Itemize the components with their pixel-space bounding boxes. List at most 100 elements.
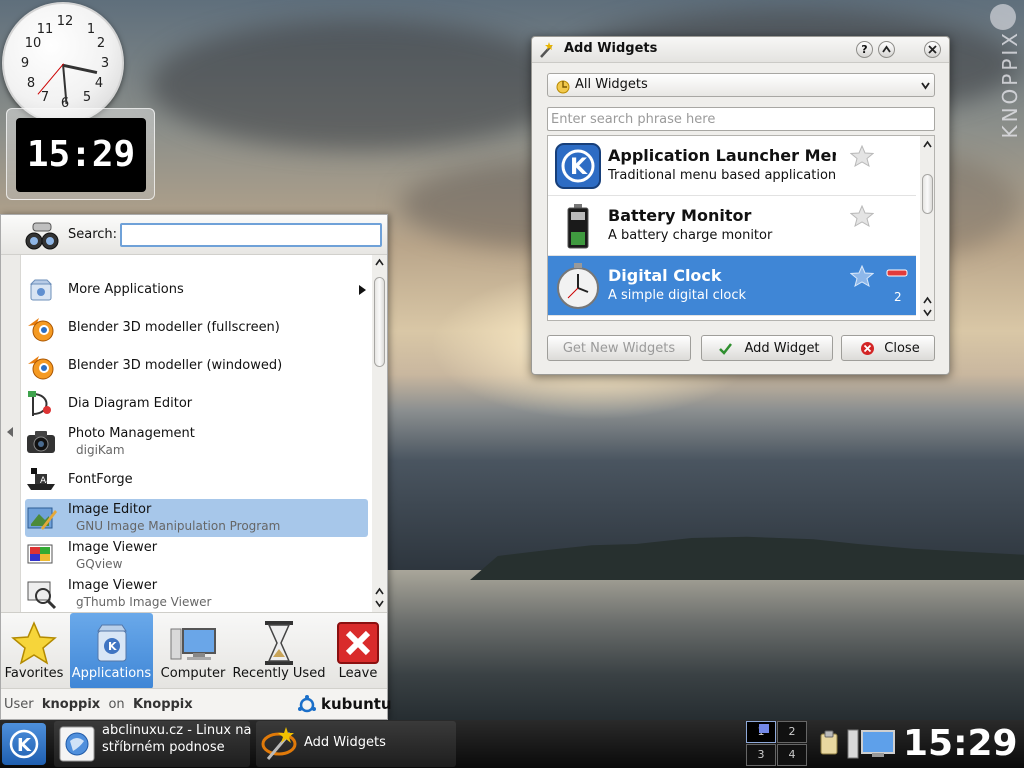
tab-label: Computer [160,666,226,681]
kickoff-menu: Search: More Applications Blender 3D mod… [0,214,392,720]
scroll-down-icon[interactable] [375,599,384,608]
kickoff-scroll-thumb[interactable] [374,277,385,367]
fontforge-icon: Aa [27,468,55,490]
clock-hour-hand [63,64,98,75]
tab-label: Recently Used [232,666,326,681]
kickoff-item-subtitle: gThumb Image Viewer [76,595,212,609]
mountain [470,536,1024,580]
kickoff-item-image-viewer-gqview[interactable]: Image Viewer GQview [25,537,368,575]
scroll-down-icon[interactable] [923,308,932,317]
clock-number: 8 [26,76,36,91]
taskbar-clock[interactable]: 15:29 [903,722,1018,766]
widget-row-battery-monitor[interactable]: Battery Monitor A battery charge monitor [548,196,916,256]
network-computer-icon[interactable] [846,728,898,760]
clock-number: 12 [56,14,74,29]
kickoff-item-fontforge[interactable]: Aa FontForge [25,461,368,499]
favorite-star-icon[interactable] [850,145,874,167]
tab-recently-used[interactable]: Recently Used [231,613,327,689]
image-viewer-icon [27,544,53,564]
kde-launcher-icon: K [555,143,601,189]
kickoff-item-more-applications[interactable]: More Applications [25,271,368,309]
remove-widget-icon[interactable] [886,269,908,277]
desktop-3[interactable]: 3 [746,744,776,766]
kickoff-item-blender-fullscreen[interactable]: Blender 3D modeller (fullscreen) [25,309,368,347]
minimize-button[interactable] [878,41,895,58]
tab-label: Favorites [4,666,64,681]
more-applications-icon [29,279,53,301]
knoppix-bug-icon [990,4,1016,30]
star-icon [11,621,57,665]
kickoff-scrollbar[interactable] [372,255,387,612]
kickoff-item-photo-management[interactable]: Photo Management digiKam [25,423,368,461]
checkmark-icon [719,343,732,355]
analog-clock-widget[interactable]: 12 1 2 3 4 5 6 7 8 9 10 11 [2,2,124,124]
widget-search-input[interactable] [549,109,933,129]
tab-computer[interactable]: Computer [157,613,229,689]
scroll-up-icon[interactable] [923,296,932,305]
widget-name: Battery Monitor [608,206,752,225]
button-label: Close [884,341,920,356]
kickoff-item-dia[interactable]: Dia Diagram Editor [25,385,368,423]
widget-category-select[interactable]: All Widgets [547,73,935,97]
favorite-star-icon[interactable] [850,205,874,227]
kickoff-tab-bar: Favorites K Applications Computer Recent… [1,612,387,689]
kickoff-item-title: Image Viewer [68,540,158,555]
widget-row-digital-clock[interactable]: Digital Clock A simple digital clock 2 [548,256,916,316]
favorite-star-icon[interactable] [850,265,874,287]
clock-number: 2 [96,36,106,51]
scroll-up-icon[interactable] [375,258,384,267]
desktop-pager: 1 2 3 4 [746,721,808,767]
desktop-2[interactable]: 2 [777,721,807,743]
computer-icon [170,628,216,660]
button-label: Add Widget [744,341,820,356]
binoculars-icon [25,222,59,250]
clock-number: 3 [100,56,110,71]
help-button[interactable]: ? [856,41,873,58]
kickoff-back-button[interactable] [1,255,21,612]
kickoff-footer: User knoppix on Knoppix kubuntu [1,688,392,719]
widget-list: K Application Launcher Menu Traditional … [547,135,935,321]
svg-text:K: K [108,640,117,653]
dialog-title: Add Widgets [564,41,658,56]
widget-row-application-launcher[interactable]: K Application Launcher Menu Traditional … [548,136,916,196]
add-widget-button[interactable]: Add Widget [701,335,833,361]
tab-leave[interactable]: Leave [329,613,387,689]
desktop-4[interactable]: 4 [777,744,807,766]
task-add-widgets[interactable]: Add Widgets [256,721,456,767]
kickoff-item-title: Blender 3D modeller (fullscreen) [68,320,280,335]
get-new-widgets-button[interactable]: Get New Widgets [547,335,691,361]
kickoff-search-input[interactable] [120,223,382,247]
tab-applications[interactable]: K Applications [70,613,153,689]
kickoff-app-list: More Applications Blender 3D modeller (f… [1,255,387,612]
dialog-titlebar[interactable]: Add Widgets ? [532,37,949,63]
kickoff-item-blender-windowed[interactable]: Blender 3D modeller (windowed) [25,347,368,385]
desktop-1[interactable]: 1 [746,721,776,743]
task-title: abclinuxu.cz - Linux na stříbrném podnos… [102,723,252,755]
kubuntu-icon [298,695,316,713]
close-icon [928,45,937,54]
close-window-button[interactable] [924,41,941,58]
tab-favorites[interactable]: Favorites [1,613,67,689]
widget-description: A simple digital clock [608,288,746,303]
kickoff-item-image-editor[interactable]: Image Editor GNU Image Manipulation Prog… [25,499,368,537]
scroll-up-icon[interactable] [375,587,384,596]
konqueror-icon [59,726,95,762]
widget-list-scrollbar[interactable] [920,136,934,320]
task-konqueror[interactable]: abclinuxu.cz - Linux na stříbrném podnos… [54,721,252,767]
widget-list-scroll-thumb[interactable] [922,174,933,214]
dia-icon [28,391,51,416]
clipboard-icon[interactable] [818,730,840,756]
kickoff-item-image-viewer-gthumb[interactable]: Image Viewer gThumb Image Viewer [25,575,368,612]
knoppix-logo: KNOPPIX [990,0,1022,160]
close-button[interactable]: Close [841,335,935,361]
add-widgets-icon [261,727,297,760]
cloud [150,20,570,150]
kickoff-launcher-button[interactable]: K [2,723,46,765]
knoppix-logo-text: KNOPPIX [998,30,1022,139]
kickoff-item-title: Photo Management [68,426,195,441]
kde-logo-icon: K [9,729,39,759]
scroll-up-icon[interactable] [923,140,932,149]
user-name: knoppix [41,697,101,712]
on-label: on [108,697,125,712]
digital-clock-widget[interactable]: 15:29 [6,108,155,200]
